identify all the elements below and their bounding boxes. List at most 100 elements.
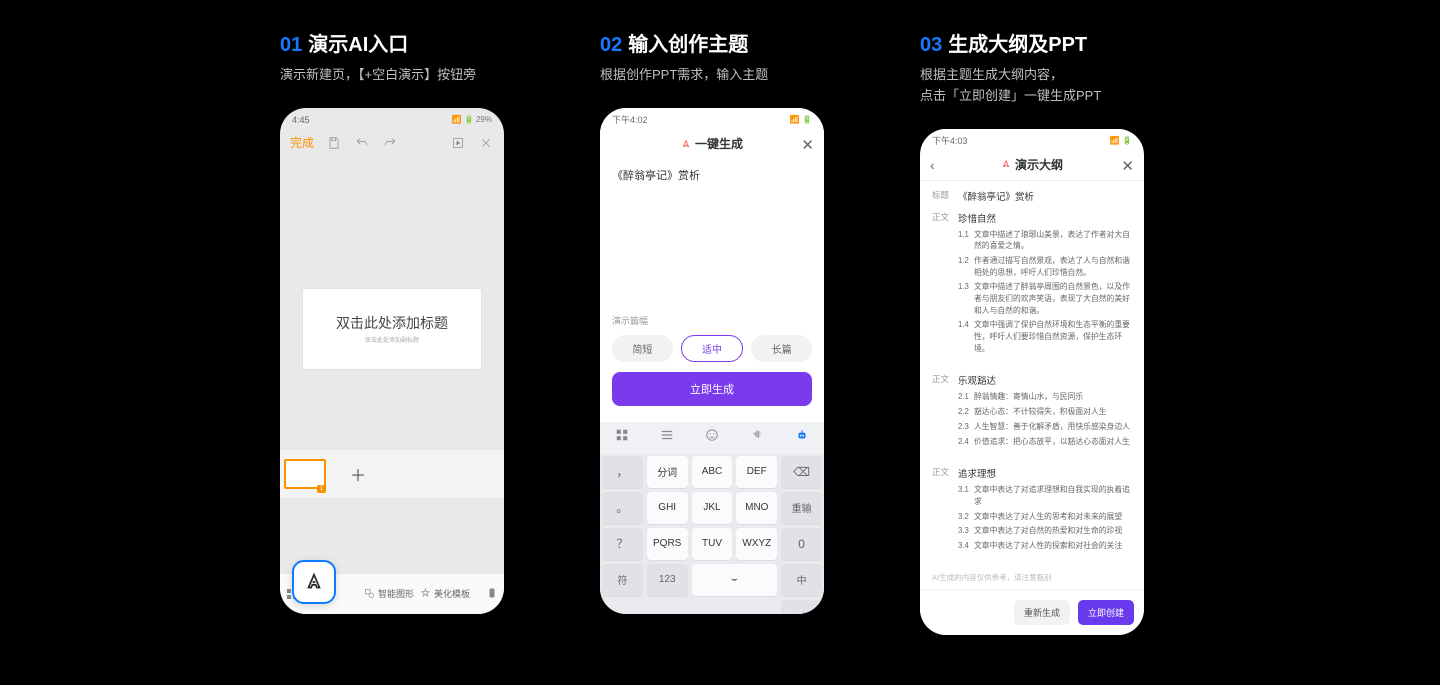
step-3-number: 03 [920, 34, 942, 56]
outline-title-row: 标题 《醉翁亭记》赏析 [932, 189, 1132, 203]
step-3-subtitle: 根据主题生成大纲内容， 点击「立即创建」一键生成PPT [920, 65, 1101, 107]
topic-input-area[interactable]: 《醉翁亭记》赏析 [600, 160, 824, 314]
close-icon[interactable]: ✕ [1121, 157, 1134, 175]
key-lang[interactable]: 中 [781, 564, 822, 596]
beautify-button[interactable]: 美化模板 [420, 587, 470, 600]
step-2: 02输入创作主题 根据创作PPT需求，输入主题 下午4:02 📶 🔋 一键生成 … [600, 28, 840, 635]
ai-entry-button[interactable] [292, 560, 336, 604]
step-1: 01 演示AI入口 演示新建页，【+空白演示】按钮旁 4:45 📶 🔋 29% 完… [280, 28, 520, 635]
body-label-1: 正文 [932, 211, 958, 366]
slide-title-placeholder: 双击此处添加标题 [336, 313, 448, 333]
key-pqrs[interactable]: PQRS [647, 528, 688, 560]
grid-icon[interactable] [615, 428, 629, 447]
slide-thumbnails-bar: 1 ＋ [280, 450, 504, 498]
key-def[interactable]: DEF [736, 456, 777, 488]
more-icon[interactable] [486, 587, 498, 601]
length-segmented-control: 简短 适中 长篇 [612, 335, 812, 362]
slide-thumbnail-1[interactable]: 1 [284, 459, 326, 489]
step-2-title-text: 输入创作主题 [628, 34, 748, 56]
key-fenci[interactable]: 分词 [647, 456, 688, 488]
ai-disclaimer: AI生成的内容仅供参考，请注意甄别 [932, 572, 1052, 583]
list-item: 3.4文章中表达了对人性的探索和对社会的关注 [958, 540, 1132, 552]
status-right: 📶 🔋 29% [452, 115, 492, 124]
phone-1-status-bar: 4:45 📶 🔋 29% [280, 108, 504, 128]
phone-3: 下午4:03 📶 🔋 ‹ 演示大纲 ✕ 标题 《醉翁亭记》赏析 正文 珍惜自然 [920, 129, 1144, 635]
smart-shapes-label: 智能图形 [378, 587, 414, 600]
phone-1-bottom-toolbar: 智能图形 美化模板 [280, 574, 504, 614]
step-1-number: 01 [280, 34, 302, 56]
slide-page-badge: 1 [317, 485, 326, 493]
title-value: 《醉翁亭记》赏析 [958, 189, 1034, 203]
close-icon[interactable]: ✕ [801, 136, 814, 154]
phone-2-status-bar: 下午4:02 📶 🔋 [600, 108, 824, 128]
back-icon[interactable]: ‹ [930, 157, 935, 173]
seg-short[interactable]: 简短 [612, 335, 673, 362]
body-label-3: 正文 [932, 466, 958, 562]
list-item: 2.2豁达心态：不计较得失，积极面对人生 [958, 406, 1132, 418]
key-mno[interactable]: MNO [736, 492, 777, 524]
save-icon[interactable] [326, 135, 342, 151]
step-1-title-text: 演示AI入口 [308, 34, 408, 56]
undo-icon[interactable] [354, 135, 370, 151]
menu-icon[interactable] [660, 428, 674, 447]
step-1-subtitle: 演示新建页，【+空白演示】按钮旁 [280, 65, 476, 86]
key-redo[interactable]: 重输 [781, 492, 822, 524]
outline-section-3: 正文 追求理想 3.1文章中表达了对追求理想和自我实现的执着追求 3.2文章中表… [932, 466, 1132, 562]
key-space[interactable]: ⌣ [692, 564, 778, 596]
slide-subtitle-placeholder: 双击此处添加副标题 [365, 335, 419, 344]
key-backspace-icon[interactable]: ⌫ [781, 456, 822, 488]
topic-input-text: 《醉翁亭记》赏析 [612, 170, 700, 182]
list-item: 3.2文章中表达了对人生的思考和对未来的展望 [958, 511, 1132, 523]
status-time: 4:45 [292, 115, 310, 125]
list-item: 2.1醉翁情趣：寄情山水，与民同乐 [958, 391, 1132, 403]
phone-1-canvas: 双击此处添加标题 双击此处添加副标题 1 ＋ [280, 158, 504, 498]
seg-long[interactable]: 长篇 [751, 335, 812, 362]
keyboard: ， 分词 ABC DEF ⌫ 。 GHI JKL MNO 重输 ？ PQRS T… [600, 454, 824, 598]
close-icon[interactable] [478, 135, 494, 151]
generate-button[interactable]: 立即生成 [612, 372, 812, 406]
create-button[interactable]: 立即创建 [1078, 600, 1134, 625]
add-slide-button[interactable]: ＋ [336, 459, 380, 489]
outline-body: 标题 《醉翁亭记》赏析 正文 珍惜自然 1.1文章中描述了琅琊山美景，表达了作者… [920, 181, 1144, 569]
step-2-subtitle: 根据创作PPT需求，输入主题 [600, 65, 768, 86]
step-3-title: 03 生成大纲及PPT [920, 28, 1087, 57]
redo-icon[interactable] [382, 135, 398, 151]
seg-medium[interactable]: 适中 [681, 335, 744, 362]
step-3: 03 生成大纲及PPT 根据主题生成大纲内容， 点击「立即创建」一键生成PPT 下… [920, 28, 1160, 635]
key-wxyz[interactable]: WXYZ [736, 528, 777, 560]
outline-section-2: 正文 乐观豁达 2.1醉翁情趣：寄情山水，与民同乐 2.2豁达心态：不计较得失，… [932, 373, 1132, 458]
emoji-icon[interactable] [705, 428, 719, 447]
step-1-title: 01 演示AI入口 [280, 28, 408, 57]
voice-icon[interactable] [750, 428, 764, 447]
length-section: 演示篇幅 简短 适中 长篇 立即生成 [600, 314, 824, 422]
status-right: 📶 🔋 [1110, 136, 1132, 145]
phone-1-toolbar-top: 完成 [280, 128, 504, 158]
key-comma[interactable]: ， [602, 456, 643, 488]
list-item: 3.3文章中表达了对自然的热爱和对生命的珍视 [958, 525, 1132, 537]
beautify-label: 美化模板 [434, 587, 470, 600]
play-icon[interactable] [450, 135, 466, 151]
key-enter-icon[interactable]: ↵ [781, 600, 822, 614]
key-symbol[interactable]: 符 [602, 564, 643, 596]
regenerate-button[interactable]: 重新生成 [1014, 600, 1070, 625]
ai-logo-icon [1001, 159, 1011, 169]
section-3-heading: 追求理想 [958, 466, 1132, 480]
list-item: 3.1文章中表达了对追求理想和自我实现的执着追求 [958, 484, 1132, 507]
robot-icon[interactable] [795, 428, 809, 447]
status-right: 📶 🔋 [790, 115, 812, 124]
smart-shapes-button[interactable]: 智能图形 [364, 587, 414, 600]
key-ghi[interactable]: GHI [647, 492, 688, 524]
phone-2: 下午4:02 📶 🔋 一键生成 ✕ 《醉翁亭记》赏析 演示篇幅 简短 适中 长篇… [600, 108, 824, 614]
slide-preview[interactable]: 双击此处添加标题 双击此处添加副标题 [302, 288, 482, 370]
list-item: 1.4文章中强调了保护自然环境和生态平衡的重要性，呼吁人们要珍惜自然资源，保护生… [958, 319, 1132, 354]
key-question[interactable]: ？ [602, 528, 643, 560]
key-jkl[interactable]: JKL [692, 492, 733, 524]
key-zero[interactable]: 0 [781, 528, 822, 560]
key-123[interactable]: 123 [647, 564, 688, 596]
key-tuv[interactable]: TUV [692, 528, 733, 560]
step-3-title-text: 生成大纲及PPT [948, 34, 1087, 56]
key-abc[interactable]: ABC [692, 456, 733, 488]
key-period[interactable]: 。 [602, 492, 643, 524]
done-button[interactable]: 完成 [290, 134, 314, 151]
header-title: 一键生成 [695, 135, 743, 152]
